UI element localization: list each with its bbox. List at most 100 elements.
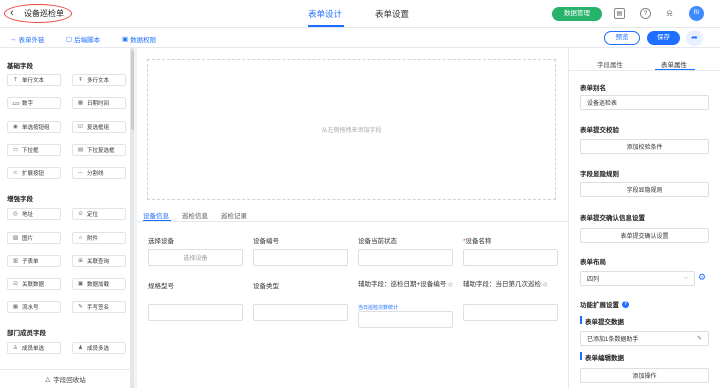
- form-alias-input[interactable]: 设备巡检表: [580, 95, 709, 110]
- field-serial-number[interactable]: ▦ 流水号: [7, 301, 61, 313]
- visibility-rule-button[interactable]: 字段显隐规则: [580, 182, 709, 197]
- serial-icon: ▦: [12, 304, 19, 310]
- dropdown-multi-icon: ▤: [77, 147, 84, 153]
- sidebar-scrollbar[interactable]: [131, 48, 134, 388]
- edit-icon[interactable]: ✎: [697, 335, 702, 342]
- field-label: 扩展按钮: [22, 171, 45, 177]
- add-validation-button[interactable]: 添加校验条件: [580, 139, 709, 154]
- aux-hint: 当日巡检次数统计: [358, 305, 399, 311]
- layout-select[interactable]: 四列 ⌵: [580, 271, 695, 286]
- share-icon[interactable]: ➦: [686, 30, 703, 46]
- aux-daily-count-label-text: 辅助字段：当日第几次巡检: [463, 281, 541, 288]
- bell-icon[interactable]: ⍾: [664, 8, 675, 19]
- radio-icon: ◉: [13, 124, 18, 130]
- field-checkbox-group[interactable]: ☑ 复选框组: [72, 121, 126, 133]
- attachment-icon: ⌂: [78, 235, 83, 241]
- visibility-rule-btn-label: 字段显隐规则: [626, 188, 663, 194]
- recycle-bin-label: 字段回收站: [53, 377, 86, 384]
- field-single-line-text[interactable]: T 单行文本: [7, 74, 61, 86]
- form-tab-device-info[interactable]: 设备信息: [143, 210, 169, 220]
- field-attachment[interactable]: ⌂ 附件: [72, 232, 126, 244]
- submit-confirm-button[interactable]: 表单提交确认设置: [580, 228, 709, 243]
- field-label-select-device: 选择设备: [148, 238, 174, 245]
- field-label: 下拉框: [22, 148, 39, 154]
- scrollbar-thumb[interactable]: [131, 50, 134, 130]
- eye-icon: ◎: [448, 282, 453, 288]
- field-dropdown[interactable]: ▭ 下拉框: [7, 144, 61, 156]
- related-data-icon: ⊡: [13, 281, 18, 287]
- field-dropdown-multi[interactable]: ▤ 下拉复选框: [72, 144, 126, 156]
- field-label: 复选框组: [87, 125, 110, 131]
- form-tab-divider: [137, 221, 568, 222]
- related-query-icon: ⊞: [78, 258, 83, 264]
- field-label: 流水号: [22, 305, 39, 311]
- field-data-load[interactable]: ▣ 数据加载: [72, 278, 126, 290]
- field-divider[interactable]: ─ 分割线: [72, 167, 126, 179]
- field-related-query[interactable]: ⊞ 关联查询: [72, 255, 126, 267]
- field-label: 地址: [22, 212, 34, 218]
- submit-data-value: 已添加1条数据助手: [587, 337, 639, 343]
- data-permission-button[interactable]: ▣ 数据权限: [122, 34, 156, 44]
- field-address[interactable]: ◎ 地址: [7, 208, 61, 220]
- field-related-data[interactable]: ⊡ 关联数据: [7, 278, 61, 290]
- field-signature[interactable]: ✎ 手写签名: [72, 301, 126, 313]
- form-link-label: 表单外链: [18, 37, 45, 44]
- bookmark-icon[interactable]: ▤: [614, 8, 625, 19]
- aux-daily-count-input[interactable]: [463, 304, 558, 321]
- calendar-icon: ▦: [77, 100, 84, 106]
- drop-zone[interactable]: 从左侧拖拽来添加字段: [147, 59, 556, 200]
- data-manage-button[interactable]: 数据管理: [552, 7, 602, 21]
- field-label: 定位: [87, 212, 99, 218]
- field-member-multi[interactable]: ♟ 成员多选: [72, 342, 126, 354]
- tab-form-design[interactable]: 表单设计: [308, 8, 342, 20]
- rtab-divider: [569, 70, 720, 71]
- field-label: 下拉复选框: [87, 148, 115, 154]
- field-datetime[interactable]: ▦ 日期时间: [72, 97, 126, 109]
- drop-zone-hint: 从左侧拖拽来添加字段: [321, 128, 382, 134]
- tab-form-properties[interactable]: 表单属性: [661, 59, 687, 69]
- select-device-input[interactable]: 选择设备: [148, 249, 243, 266]
- chevron-left-icon[interactable]: ‹: [10, 7, 14, 19]
- form-tab-inspection-record[interactable]: 巡检记录: [221, 210, 247, 220]
- form-alias-value: 设备巡检表: [587, 101, 618, 107]
- device-name-input[interactable]: [463, 249, 558, 266]
- add-validation-label: 添加校验条件: [626, 145, 663, 151]
- field-radio-group[interactable]: ◉ 单选按钮组: [7, 121, 61, 133]
- extension-settings-text: 功能扩展设置: [580, 302, 619, 309]
- form-link-button[interactable]: ↔ 表单外链: [10, 34, 45, 45]
- field-subform[interactable]: ▥ 子表单: [7, 255, 61, 267]
- save-button[interactable]: 保存: [647, 31, 680, 45]
- device-status-input[interactable]: [358, 249, 453, 266]
- form-tab-inspection-info[interactable]: 巡检信息: [182, 210, 208, 220]
- backend-script-button[interactable]: ▢ 后端脚本: [66, 34, 100, 44]
- spec-model-input[interactable]: [148, 304, 243, 321]
- field-label: 手写签名: [87, 305, 110, 311]
- device-number-input[interactable]: [253, 249, 348, 266]
- gear-icon[interactable]: ⚙: [698, 272, 706, 283]
- field-location[interactable]: ⊙ 定位: [72, 208, 126, 220]
- add-operation-button[interactable]: 添加操作: [580, 368, 709, 383]
- field-label: 图片: [22, 236, 34, 242]
- submit-confirm-btn-label: 表单提交确认设置: [620, 234, 669, 240]
- field-image[interactable]: ▨ 图片: [7, 232, 61, 244]
- tab-field-properties[interactable]: 字段属性: [597, 59, 623, 69]
- location-icon: ⊙: [78, 211, 83, 217]
- field-member-single[interactable]: ♙ 成员单选: [7, 342, 61, 354]
- aux-date-number-input[interactable]: [358, 311, 453, 328]
- field-label-device-number: 设备编号: [253, 238, 279, 245]
- field-multi-line-text[interactable]: Ŧ 多行文本: [72, 74, 126, 86]
- form-alias-label: 表单别名: [580, 85, 606, 92]
- help-icon[interactable]: ?: [622, 300, 629, 308]
- tab-form-settings[interactable]: 表单设置: [375, 8, 409, 20]
- field-label: 日期时间: [87, 101, 110, 107]
- field-recycle-bin-button[interactable]: △ 字段回收站: [0, 369, 130, 388]
- field-number[interactable]: 123 数字: [7, 97, 61, 109]
- permission-icon: ▣: [122, 36, 129, 43]
- device-type-input[interactable]: [253, 304, 348, 321]
- avatar[interactable]: Ri: [689, 6, 704, 21]
- field-extend-button[interactable]: ⊂ 扩展按钮: [7, 167, 61, 179]
- property-panel: 字段属性 表单属性 表单别名 设备巡检表 表单提交校验 添加校验条件 字段显隐规…: [568, 48, 720, 388]
- submit-data-box[interactable]: 已添加1条数据助手 ✎: [580, 331, 709, 346]
- help-icon[interactable]: ?: [640, 8, 651, 19]
- preview-button[interactable]: 预览: [604, 31, 640, 45]
